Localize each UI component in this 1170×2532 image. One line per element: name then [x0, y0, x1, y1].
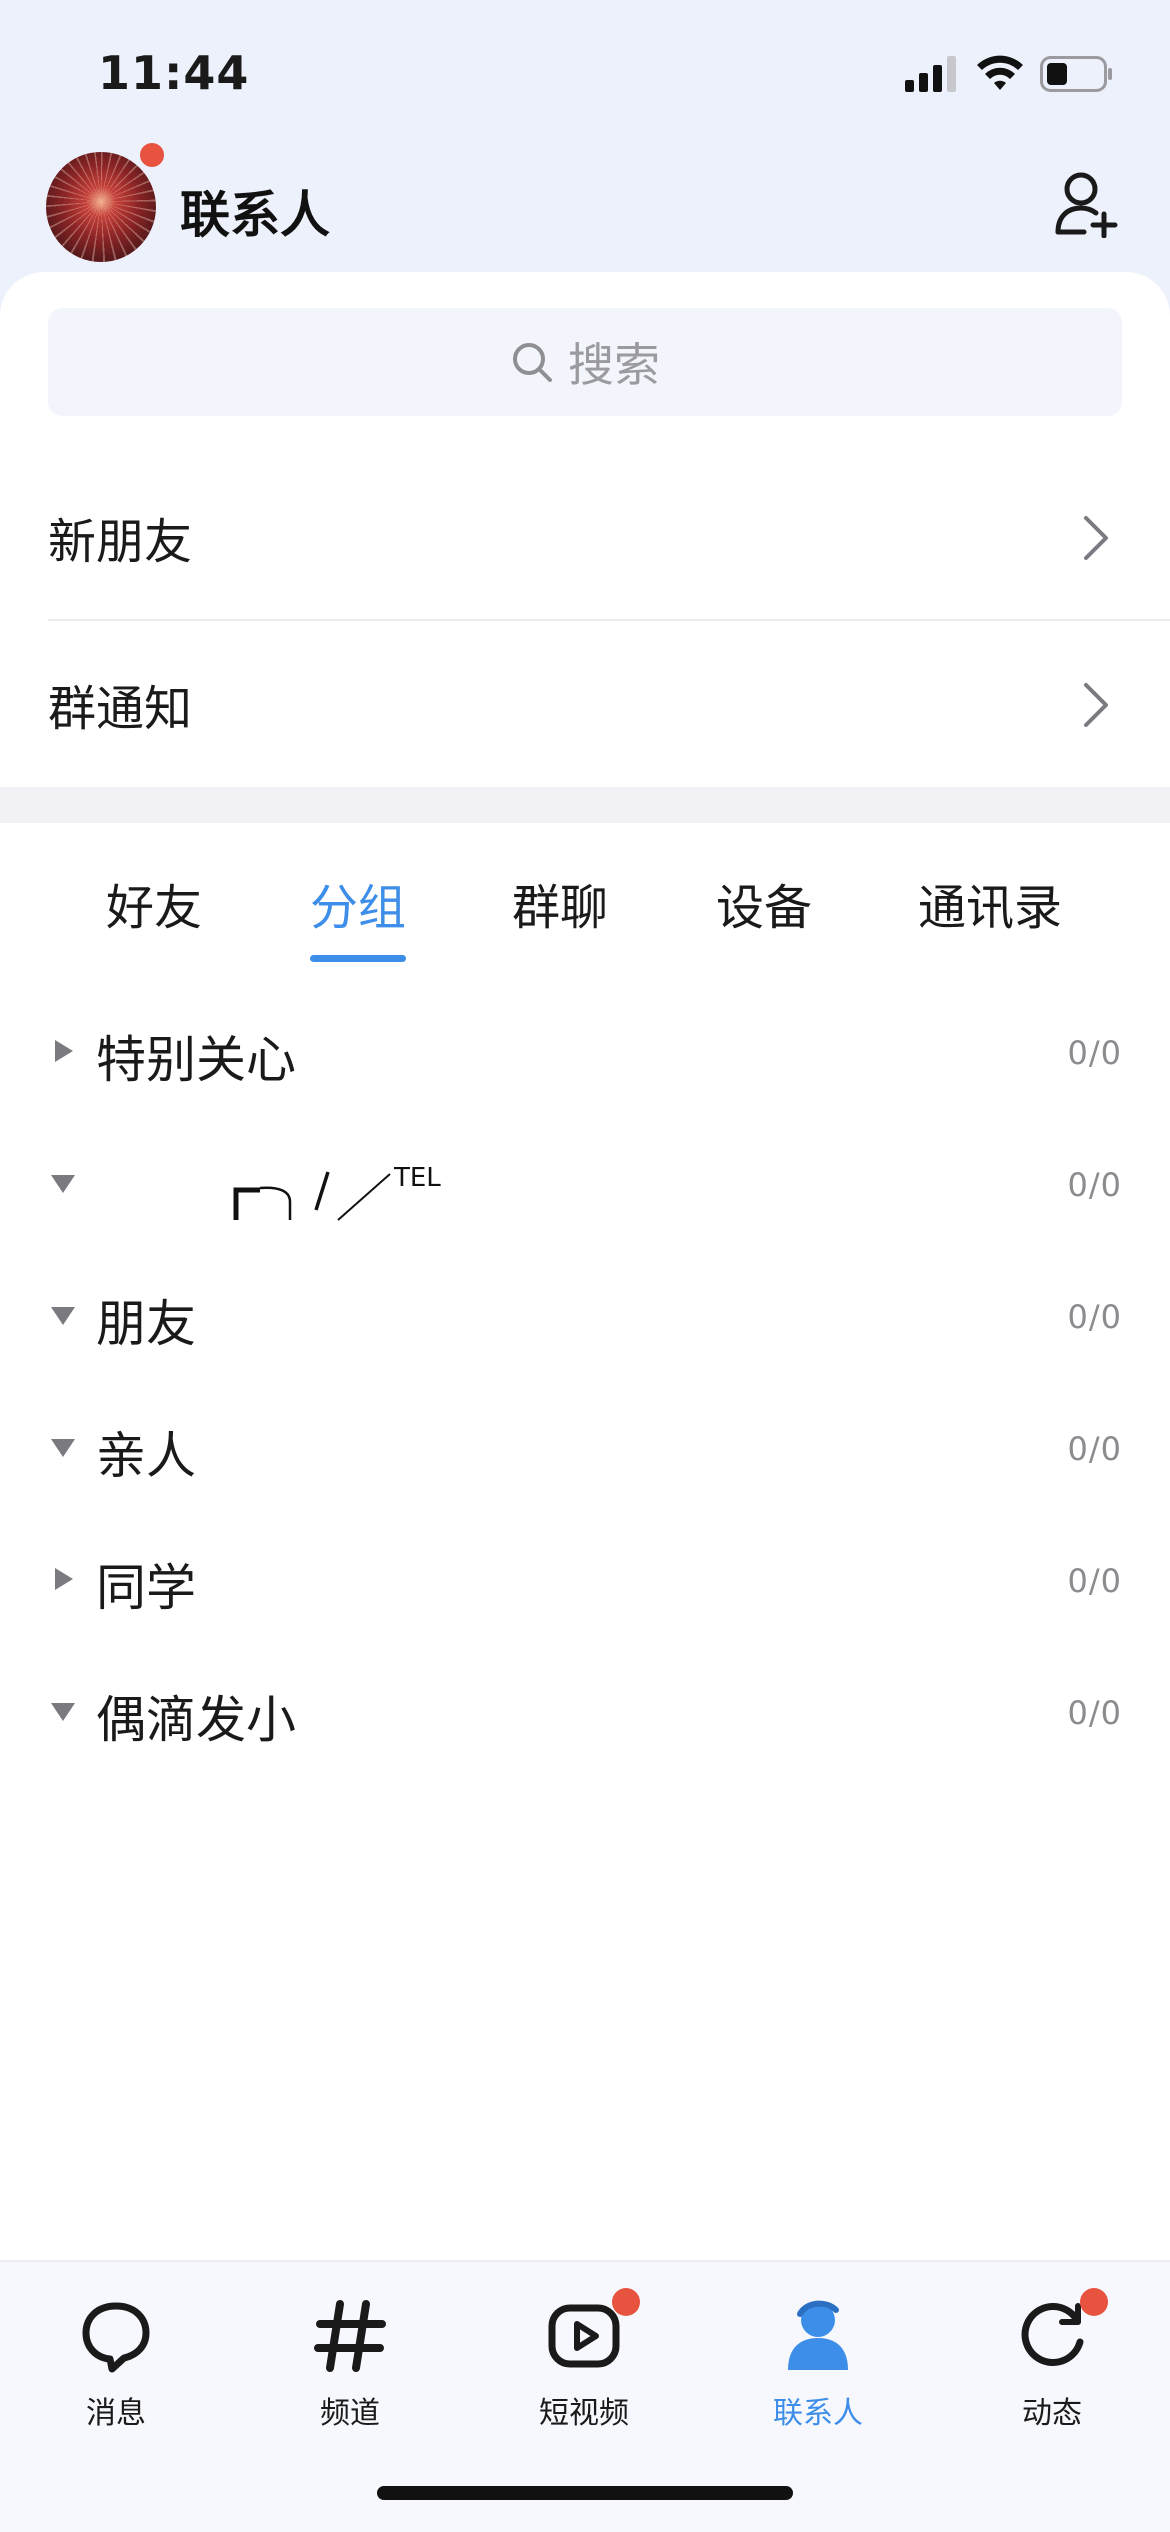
nav-short-video[interactable]: 短视频 — [494, 2286, 674, 2436]
section-separator — [0, 787, 1170, 823]
group-count: 0/0 — [1067, 1562, 1122, 1600]
group-count: 0/0 — [1067, 1298, 1122, 1336]
group-row[interactable]: TEL 0/0 — [0, 1126, 1170, 1258]
caret-down-icon — [51, 1307, 75, 1325]
tab-group-chats[interactable]: 群聊 — [512, 868, 608, 938]
refresh-star-icon — [1021, 2303, 1084, 2366]
group-notifications-row[interactable]: 群通知 — [48, 621, 1170, 787]
caret-right-icon — [55, 1568, 73, 1590]
group-row[interactable]: 偶滴发小 0/0 — [0, 1654, 1170, 1786]
group-name-glyphs: TEL — [233, 1163, 441, 1221]
nav-channels[interactable]: 频道 — [260, 2286, 440, 2436]
group-row[interactable]: 朋友 0/0 — [0, 1258, 1170, 1390]
nav-label: 频道 — [320, 2396, 380, 2431]
group-glyph-text: TEL — [393, 1163, 441, 1193]
tab-friends[interactable]: 好友 — [106, 868, 202, 938]
contacts-tabs: 好友 分组 群聊 设备 通讯录 — [0, 868, 1170, 968]
wifi-icon — [977, 55, 1023, 90]
tab-devices[interactable]: 设备 — [716, 868, 812, 938]
status-bar: 11:44 — [0, 0, 1170, 150]
status-time: 11:44 — [98, 46, 250, 100]
group-name: 偶滴发小 — [96, 1691, 296, 1749]
avatar[interactable] — [46, 152, 156, 262]
group-count: 0/0 — [1067, 1694, 1122, 1732]
group-count: 0/0 — [1067, 1166, 1122, 1204]
search-input[interactable]: 搜索 — [48, 308, 1122, 416]
page-title: 联系人 — [180, 186, 330, 244]
new-friends-row[interactable]: 新朋友 — [48, 454, 1170, 620]
notification-dot — [612, 2288, 640, 2316]
chevron-right-icon — [1084, 683, 1108, 727]
tab-groups[interactable]: 分组 — [310, 868, 406, 938]
nav-contacts[interactable]: 联系人 — [728, 2286, 908, 2436]
search-placeholder: 搜索 — [568, 338, 660, 392]
active-tab-indicator — [310, 955, 406, 962]
group-row[interactable]: 特别关心 0/0 — [0, 994, 1170, 1126]
battery-icon — [1040, 56, 1112, 92]
group-name: 朋友 — [96, 1295, 196, 1353]
nav-label: 动态 — [1022, 2396, 1082, 2431]
group-name: 同学 — [96, 1559, 196, 1617]
caret-down-icon — [51, 1175, 75, 1193]
chat-bubble-icon — [82, 2302, 150, 2373]
caret-down-icon — [51, 1439, 75, 1457]
cellular-signal-icon — [905, 56, 957, 92]
hash-icon — [314, 2300, 386, 2372]
caret-down-icon — [51, 1703, 75, 1721]
nav-label: 短视频 — [539, 2396, 629, 2431]
new-friends-label: 新朋友 — [48, 514, 193, 570]
group-notifications-label: 群通知 — [48, 681, 193, 737]
add-friend-icon[interactable] — [1054, 170, 1118, 238]
nav-updates[interactable]: 动态 — [962, 2286, 1142, 2436]
chevron-right-icon — [1084, 516, 1108, 560]
group-name: 亲人 — [96, 1427, 196, 1485]
group-row[interactable]: 亲人 0/0 — [0, 1390, 1170, 1522]
nav-label: 联系人 — [773, 2396, 863, 2431]
group-count: 0/0 — [1067, 1034, 1122, 1072]
caret-right-icon — [55, 1040, 73, 1062]
nav-messages[interactable]: 消息 — [26, 2286, 206, 2436]
search-icon — [513, 343, 552, 382]
group-count: 0/0 — [1067, 1430, 1122, 1468]
person-icon — [788, 2300, 848, 2370]
notification-dot — [1080, 2288, 1108, 2316]
nav-label: 消息 — [86, 2396, 146, 2431]
home-indicator — [377, 2486, 793, 2500]
tab-address-book[interactable]: 通讯录 — [918, 868, 1062, 938]
video-play-icon — [548, 2304, 620, 2368]
group-name: 特别关心 — [96, 1031, 296, 1089]
avatar-notification-dot — [138, 141, 166, 169]
group-row[interactable]: 同学 0/0 — [0, 1522, 1170, 1654]
